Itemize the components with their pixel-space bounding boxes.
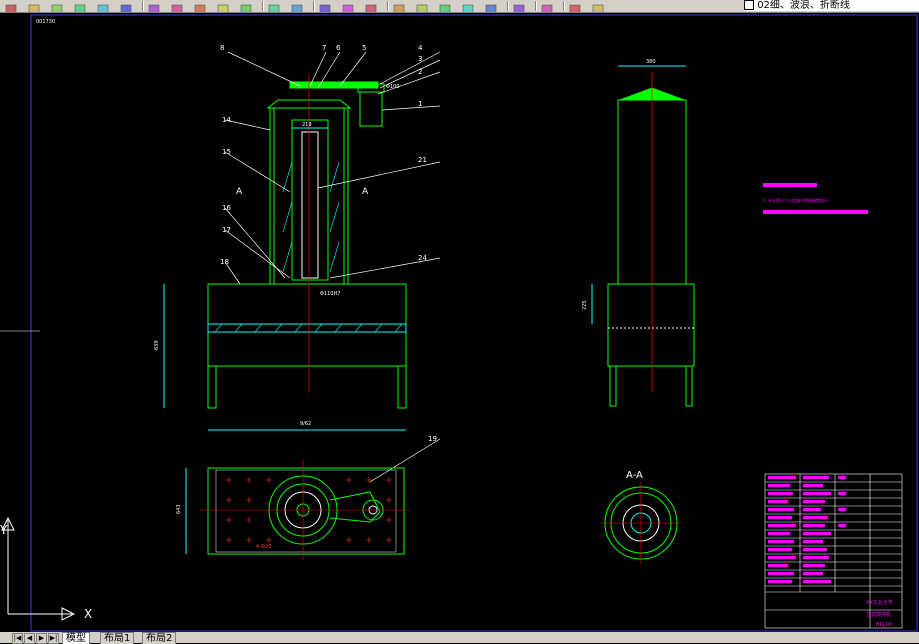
tool-palette-icon[interactable] [438, 0, 452, 12]
note-highlight-bar-2 [763, 210, 868, 214]
toolbar-separator [262, 1, 264, 11]
pan-icon[interactable] [290, 0, 304, 12]
layer-state-icon[interactable] [591, 0, 605, 12]
svg-text:19: 19 [428, 435, 437, 443]
layer-dropdown[interactable]: 02细、波浪、折断线 [744, 0, 919, 11]
tab-prev-button[interactable]: ◀ [24, 633, 35, 644]
toolbar-separator [535, 1, 537, 11]
svg-text:3: 3 [418, 55, 422, 63]
toolbar-separator [507, 1, 509, 11]
help-icon[interactable] [540, 0, 554, 12]
dim-hole-pattern: 4-Φ28 [256, 544, 271, 550]
svg-text:6: 6 [336, 44, 341, 52]
tab-first-button[interactable]: |◀ [12, 633, 23, 644]
tab-layout1[interactable]: 布局1 [100, 632, 135, 644]
dim-plan-height: 643 [176, 504, 182, 514]
side-view [591, 65, 695, 407]
tech-note: 1. 未注明尺寸公差按中等级精度执行 [763, 197, 828, 203]
title-block-magenta-text [768, 476, 846, 583]
properties-icon[interactable] [392, 0, 406, 12]
svg-text:18: 18 [220, 258, 229, 266]
title-stamp: 001730 [36, 19, 55, 25]
toolbar-separator [563, 1, 565, 11]
toolbar-separator [142, 1, 144, 11]
section-a-a-view [600, 482, 682, 564]
dim-base-height: 639 [154, 340, 160, 350]
paste-icon[interactable] [193, 0, 207, 12]
svg-text:21: 21 [418, 156, 427, 164]
markup-icon[interactable] [484, 0, 498, 12]
match-prop-icon[interactable] [216, 0, 230, 12]
svg-text:4: 4 [418, 44, 423, 52]
cut-icon[interactable] [147, 0, 161, 12]
design-center-icon[interactable] [415, 0, 429, 12]
new-icon[interactable] [4, 0, 18, 12]
plan-view [185, 460, 410, 560]
zoom-realtime-icon[interactable] [318, 0, 332, 12]
dim-base-width: 9/62 [300, 421, 311, 427]
dim-side-height: 225 [582, 300, 588, 310]
dim-shaft-width: 219 [302, 122, 312, 128]
svg-text:5: 5 [362, 44, 366, 52]
tab-last-button[interactable]: ▶| [48, 633, 59, 644]
svg-text:16: 16 [222, 204, 231, 212]
tab-model[interactable]: 模型 [62, 632, 90, 644]
section-marker-left: A [236, 187, 243, 197]
tab-layout2[interactable]: 布局2 [142, 632, 177, 644]
open-icon[interactable] [27, 0, 41, 12]
svg-text:15: 15 [222, 148, 231, 156]
section-marker-right: A [362, 187, 369, 197]
undo-icon[interactable] [239, 0, 253, 12]
calculator-icon[interactable] [512, 0, 526, 12]
title-code: BKJ-00 [876, 622, 892, 628]
toolbar-separator [313, 1, 315, 11]
note-highlight-bar-1 [763, 183, 817, 187]
model-space-canvas[interactable]: 001730 219 639 9/62 Φ110H7 Φ100 A A 8 7 … [0, 12, 919, 632]
section-title: A-A [626, 470, 643, 481]
print-icon[interactable] [73, 0, 87, 12]
svg-text:17: 17 [222, 226, 231, 234]
preview-icon[interactable] [96, 0, 110, 12]
front-view [163, 74, 407, 431]
copy-icon[interactable] [170, 0, 184, 12]
svg-text:24: 24 [418, 254, 427, 262]
layer-dropdown-value: 02细、波浪、折断线 [757, 0, 850, 11]
svg-text:2: 2 [418, 68, 422, 76]
title-drawing-name: 立式搅拌机 [866, 611, 891, 618]
tab-next-button[interactable]: ▶ [36, 633, 47, 644]
sheet-set-icon[interactable] [461, 0, 475, 12]
title-school: XX工业大学 [866, 599, 893, 606]
svg-text:7: 7 [322, 44, 326, 52]
dim-bore-fit: Φ110H7 [320, 291, 340, 297]
ucs-x-label: X [84, 607, 92, 621]
publish-icon[interactable] [119, 0, 133, 12]
dim-side-top: 380 [646, 59, 656, 65]
zoom-window-icon[interactable] [341, 0, 355, 12]
ucs-icon [1, 516, 76, 621]
svg-text:1: 1 [418, 100, 422, 108]
layer-manager-icon[interactable] [568, 0, 582, 12]
toolbar-separator [387, 1, 389, 11]
redo-icon[interactable] [267, 0, 281, 12]
zoom-previous-icon[interactable] [364, 0, 378, 12]
ucs-y-label: Y [0, 523, 8, 537]
layer-color-swatch [744, 0, 754, 10]
svg-text:8: 8 [220, 44, 224, 52]
leader-lines [224, 51, 441, 483]
layout-tabs-bar: |◀ ◀ ▶ ▶| 模型 布局1 布局2 [0, 632, 919, 644]
svg-text:14: 14 [222, 116, 231, 124]
save-icon[interactable] [50, 0, 64, 12]
